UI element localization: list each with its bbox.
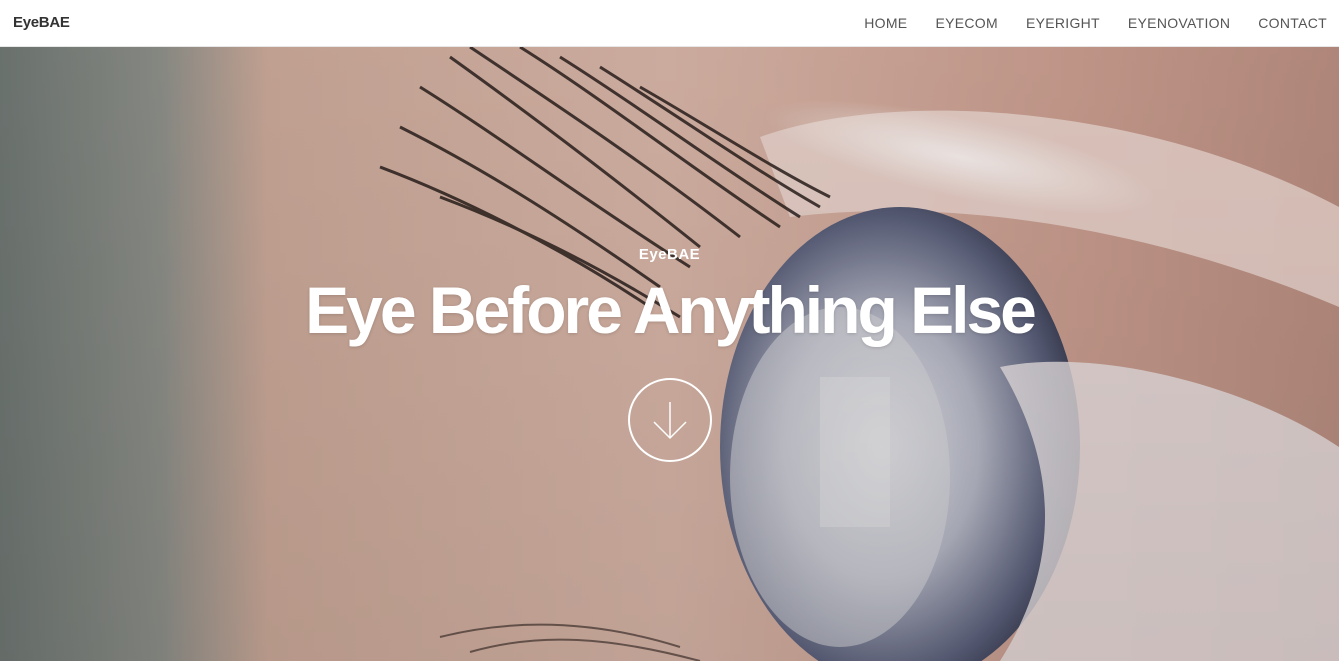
hero-content: EyeBAE Eye Before Anything Else — [0, 47, 1339, 661]
nav-link-eyeright[interactable]: EYERIGHT — [1026, 15, 1100, 31]
nav-item-eyenovation: EYENOVATION — [1128, 15, 1230, 33]
nav-item-eyecom: EYECOM — [935, 15, 997, 33]
top-navbar: EyeBAE HOME EYECOM EYERIGHT EYENOVATION … — [0, 0, 1339, 47]
brand-logo-link[interactable]: EyeBAE — [13, 14, 70, 31]
main-nav: HOME EYECOM EYERIGHT EYENOVATION CONTACT — [836, 0, 1327, 47]
hero-section: EyeBAE Eye Before Anything Else — [0, 47, 1339, 661]
arrow-down-icon — [653, 402, 687, 440]
nav-link-eyecom[interactable]: EYECOM — [935, 15, 997, 31]
nav-item-contact: CONTACT — [1258, 15, 1327, 33]
nav-link-eyenovation[interactable]: EYENOVATION — [1128, 15, 1230, 31]
hero-headline: Eye Before Anything Else — [305, 273, 1037, 347]
hero-eyebrow: EyeBAE — [638, 246, 701, 263]
nav-link-home[interactable]: HOME — [864, 15, 907, 31]
nav-item-eyeright: EYERIGHT — [1026, 15, 1100, 33]
nav-link-contact[interactable]: CONTACT — [1258, 15, 1327, 31]
scroll-down-button[interactable] — [628, 378, 712, 462]
nav-item-home: HOME — [864, 15, 907, 33]
